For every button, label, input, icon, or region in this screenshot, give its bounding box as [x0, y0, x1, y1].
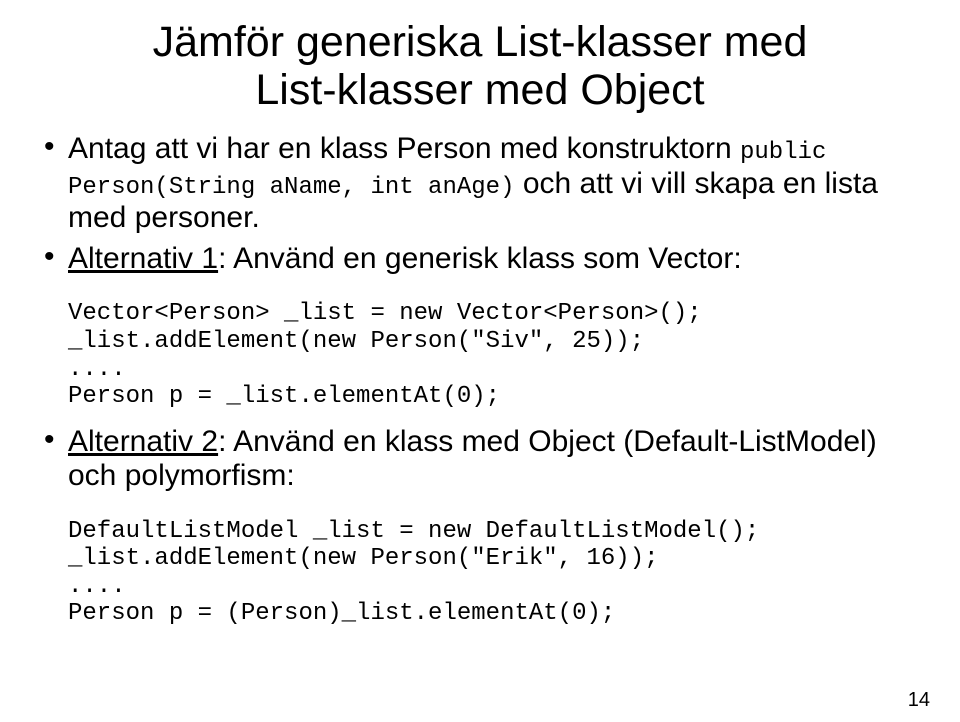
- bullet-2-underlined: Alternativ 1: [68, 242, 218, 275]
- bullet-1: Antag att vi har en klass Person med kon…: [40, 132, 920, 236]
- page-number: 14: [908, 689, 930, 712]
- code-block-2: DefaultListModel _list = new DefaultList…: [68, 518, 920, 628]
- bullet-3-text: Alternativ 2: Använd en klass med Object…: [68, 425, 877, 493]
- slide-title: Jämför generiska List-klasser med List-k…: [40, 18, 920, 114]
- slide: Jämför generiska List-klasser med List-k…: [0, 0, 960, 722]
- bullet-list-2: Alternativ 2: Använd en klass med Object…: [40, 425, 920, 494]
- bullet-1-text-a: Antag att vi har en klass Person med kon…: [68, 132, 740, 165]
- bullet-2: Alternativ 1: Använd en generisk klass s…: [40, 242, 920, 277]
- bullet-2-text: Alternativ 1: Använd en generisk klass s…: [68, 242, 742, 275]
- bullet-list: Antag att vi har en klass Person med kon…: [40, 132, 920, 276]
- bullet-3: Alternativ 2: Använd en klass med Object…: [40, 425, 920, 494]
- title-line-2: List-klasser med Object: [255, 66, 704, 114]
- bullet-3-underlined: Alternativ 2: [68, 425, 218, 458]
- code-block-1: Vector<Person> _list = new Vector<Person…: [68, 300, 920, 410]
- title-line-1: Jämför generiska List-klasser med: [153, 18, 808, 66]
- bullet-2-rest: : Använd en generisk klass som Vector:: [218, 242, 742, 275]
